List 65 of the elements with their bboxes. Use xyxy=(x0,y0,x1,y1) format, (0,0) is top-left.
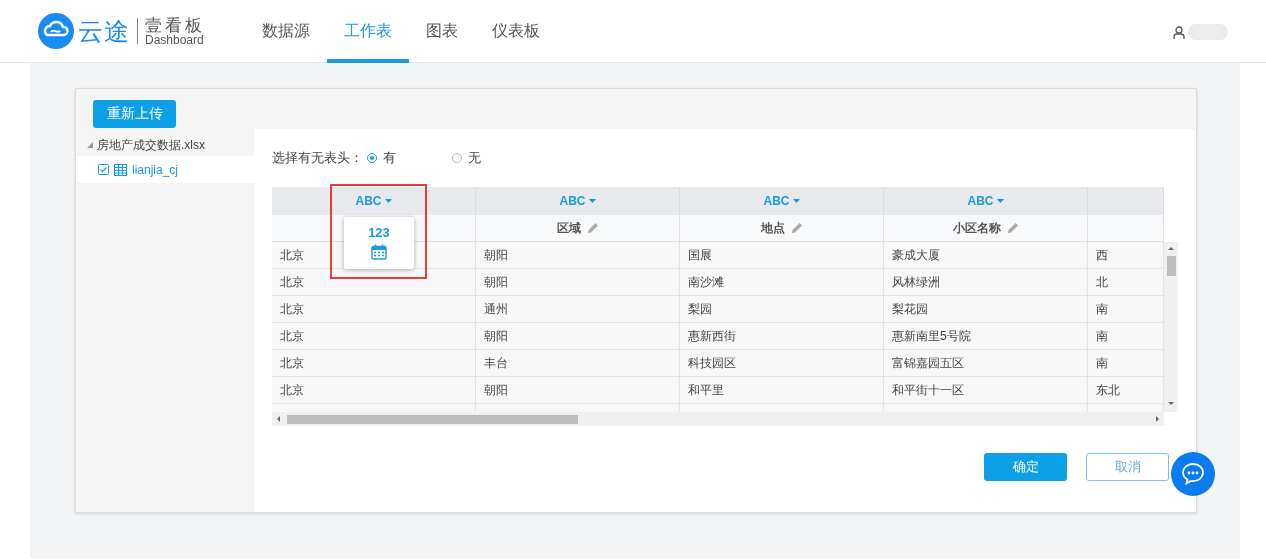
confirm-button[interactable]: 确定 xyxy=(984,453,1067,481)
table-cell: 北京 xyxy=(272,323,476,350)
table-cell: 南沙滩 xyxy=(680,269,884,296)
chat-icon[interactable] xyxy=(1171,452,1215,496)
radio-option[interactable]: 无 xyxy=(452,149,481,167)
column-name-header: 地点 xyxy=(680,215,884,242)
checkbox[interactable] xyxy=(98,164,109,175)
pencil-icon[interactable] xyxy=(1006,222,1019,234)
sheet-item[interactable]: lianjia_cj xyxy=(76,156,254,183)
table-cell: 北 xyxy=(1088,269,1164,296)
type-dropdown[interactable]: ABC xyxy=(763,194,800,208)
table-cell: 丰台 xyxy=(476,350,680,377)
table-cell: 西 xyxy=(1088,242,1164,269)
cloud-logo-icon xyxy=(38,13,74,49)
table-icon xyxy=(114,163,127,176)
table-cell: 北京 xyxy=(272,269,476,296)
table-cell: 惠新西街 xyxy=(680,323,884,350)
type-dropdown[interactable]: ABC xyxy=(559,194,596,208)
reupload-button[interactable]: 重新上传 xyxy=(93,100,176,128)
table-cell: 梨园 xyxy=(680,296,884,323)
table-cell: 朝阳 xyxy=(476,242,680,269)
number-type-option[interactable]: 123 xyxy=(368,225,390,240)
column-name-header: 小区名称 xyxy=(884,215,1088,242)
header-option-label: 选择有无表头： xyxy=(272,149,363,167)
cancel-button[interactable]: 取消 xyxy=(1086,453,1169,481)
type-dropdown[interactable]: ABC xyxy=(967,194,1004,208)
expander-icon[interactable] xyxy=(87,142,93,148)
table-cell: 北京 xyxy=(272,350,476,377)
table-cell: 朝阳 xyxy=(476,377,680,404)
nav-tab[interactable]: 数据源 xyxy=(245,0,327,63)
table-cell: 梨花园 xyxy=(884,296,1088,323)
brand-name: 云途 xyxy=(78,15,130,47)
nav-tab[interactable]: 图表 xyxy=(409,0,475,63)
pencil-icon[interactable] xyxy=(790,222,803,234)
table-cell: 朝阳 xyxy=(476,269,680,296)
table-cell: 和平街十一区 xyxy=(884,377,1088,404)
file-name[interactable]: 房地产成交数据.xlsx xyxy=(97,136,205,154)
table-cell: 南 xyxy=(1088,350,1164,377)
table-cell: 豪成大厦 xyxy=(884,242,1088,269)
table-cell: 南 xyxy=(1088,323,1164,350)
table-cell: 风林绿洲 xyxy=(884,269,1088,296)
caret-icon xyxy=(588,199,596,203)
product-subtitle: Dashboard xyxy=(145,33,205,46)
table-cell: 南 xyxy=(1088,296,1164,323)
table-cell: 通州 xyxy=(476,296,680,323)
table-cell: 国展 xyxy=(680,242,884,269)
nav-tab[interactable]: 仪表板 xyxy=(475,0,557,63)
table-cell: 朝阳 xyxy=(476,323,680,350)
user-icon[interactable] xyxy=(1173,25,1185,39)
product-name: 壹看板 xyxy=(145,16,205,34)
table-cell: 惠新南里5号院 xyxy=(884,323,1088,350)
table-cell: 北京 xyxy=(272,377,476,404)
radio-option[interactable]: 有 xyxy=(367,149,396,167)
table-cell: 东北 xyxy=(1088,377,1164,404)
table-cell: 富锦嘉园五区 xyxy=(884,350,1088,377)
caret-icon xyxy=(792,199,800,203)
type-dropdown[interactable]: ABC xyxy=(355,194,392,208)
caret-icon xyxy=(996,199,1004,203)
pencil-icon[interactable] xyxy=(586,222,599,234)
column-name-header: 区域 xyxy=(476,215,680,242)
table-cell: 北京 xyxy=(272,296,476,323)
table-cell: 科技园区 xyxy=(680,350,884,377)
caret-icon xyxy=(384,199,392,203)
calendar-icon[interactable] xyxy=(371,244,387,260)
table-cell: 和平里 xyxy=(680,377,884,404)
